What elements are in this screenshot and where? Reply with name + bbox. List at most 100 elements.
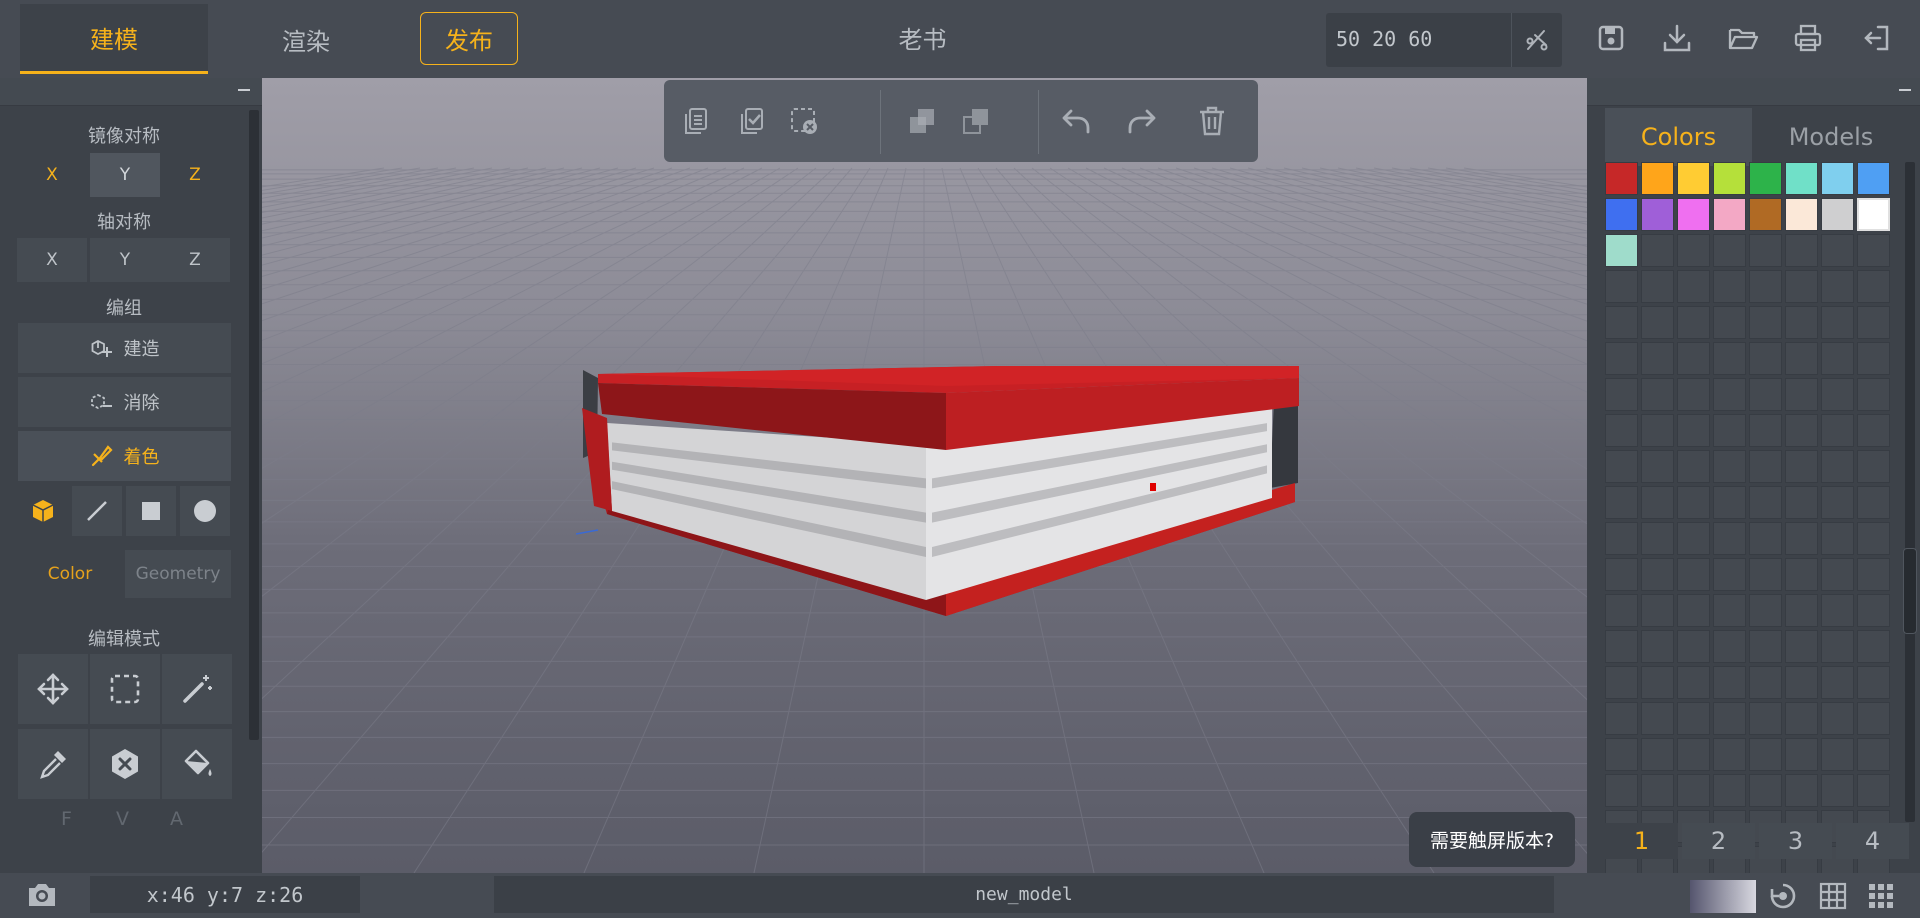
empty-swatch[interactable]: [1641, 234, 1674, 267]
empty-swatch[interactable]: [1857, 486, 1890, 519]
empty-swatch[interactable]: [1677, 234, 1710, 267]
color-swatch[interactable]: [1605, 162, 1638, 195]
a-toggle[interactable]: A: [170, 808, 183, 830]
empty-swatch[interactable]: [1677, 738, 1710, 771]
empty-swatch[interactable]: [1857, 594, 1890, 627]
empty-swatch[interactable]: [1641, 342, 1674, 375]
left-scrollbar[interactable]: [249, 110, 259, 740]
empty-swatch[interactable]: [1713, 774, 1746, 807]
empty-swatch[interactable]: [1785, 486, 1818, 519]
color-swatch[interactable]: [1677, 198, 1710, 231]
color-swatch[interactable]: [1677, 162, 1710, 195]
empty-swatch[interactable]: [1785, 234, 1818, 267]
axis-z-button[interactable]: Z: [160, 238, 230, 282]
empty-swatch[interactable]: [1641, 594, 1674, 627]
trash-icon[interactable]: [1196, 105, 1228, 137]
empty-swatch[interactable]: [1677, 486, 1710, 519]
empty-swatch[interactable]: [1749, 666, 1782, 699]
empty-swatch[interactable]: [1713, 270, 1746, 303]
empty-swatch[interactable]: [1749, 630, 1782, 663]
empty-swatch[interactable]: [1641, 522, 1674, 555]
empty-swatch[interactable]: [1857, 270, 1890, 303]
empty-swatch[interactable]: [1677, 522, 1710, 555]
magic-wand-button[interactable]: [162, 654, 232, 724]
tab-model[interactable]: 建模: [20, 4, 208, 74]
empty-swatch[interactable]: [1785, 738, 1818, 771]
exit-icon[interactable]: [1860, 22, 1892, 54]
axis-x-button[interactable]: X: [17, 238, 87, 282]
publish-button[interactable]: 发布: [420, 12, 518, 65]
empty-swatch[interactable]: [1821, 306, 1854, 339]
empty-swatch[interactable]: [1677, 306, 1710, 339]
empty-swatch[interactable]: [1857, 306, 1890, 339]
empty-swatch[interactable]: [1749, 342, 1782, 375]
empty-swatch[interactable]: [1605, 486, 1638, 519]
clear-selection-icon[interactable]: [788, 105, 820, 137]
empty-swatch[interactable]: [1605, 378, 1638, 411]
palette-page-3[interactable]: 3: [1759, 823, 1832, 859]
grid-toggle-icon[interactable]: [1818, 881, 1848, 911]
empty-swatch[interactable]: [1857, 378, 1890, 411]
background-color-swatch[interactable]: [1690, 880, 1756, 913]
color-swatch[interactable]: [1821, 198, 1854, 231]
empty-swatch[interactable]: [1641, 486, 1674, 519]
empty-swatch[interactable]: [1677, 666, 1710, 699]
empty-swatch[interactable]: [1713, 234, 1746, 267]
empty-swatch[interactable]: [1821, 414, 1854, 447]
empty-swatch[interactable]: [1785, 306, 1818, 339]
right-scrollbar[interactable]: [1905, 162, 1915, 822]
apps-grid-icon[interactable]: [1866, 881, 1896, 911]
touch-version-button[interactable]: 需要触屏版本?: [1409, 812, 1575, 867]
empty-swatch[interactable]: [1605, 306, 1638, 339]
empty-swatch[interactable]: [1641, 270, 1674, 303]
square-tool-button[interactable]: [126, 486, 176, 536]
subtab-geometry[interactable]: Geometry: [125, 550, 231, 598]
empty-swatch[interactable]: [1785, 270, 1818, 303]
color-swatch[interactable]: [1713, 198, 1746, 231]
undo-icon[interactable]: [1060, 105, 1092, 137]
empty-swatch[interactable]: [1821, 630, 1854, 663]
erase-button[interactable]: 消除: [18, 377, 231, 427]
dimensions-input[interactable]: 50 20 60: [1336, 27, 1432, 51]
color-swatch[interactable]: [1749, 198, 1782, 231]
empty-swatch[interactable]: [1749, 450, 1782, 483]
book-model[interactable]: [262, 78, 1587, 873]
empty-swatch[interactable]: [1713, 594, 1746, 627]
empty-swatch[interactable]: [1605, 738, 1638, 771]
empty-swatch[interactable]: [1857, 522, 1890, 555]
empty-swatch[interactable]: [1641, 630, 1674, 663]
empty-swatch[interactable]: [1713, 738, 1746, 771]
empty-swatch[interactable]: [1713, 558, 1746, 591]
empty-swatch[interactable]: [1677, 558, 1710, 591]
color-swatch[interactable]: [1785, 198, 1818, 231]
color-swatch[interactable]: [1857, 198, 1890, 231]
empty-swatch[interactable]: [1749, 306, 1782, 339]
empty-swatch[interactable]: [1713, 486, 1746, 519]
collapse-icon[interactable]: [238, 89, 250, 91]
empty-swatch[interactable]: [1641, 738, 1674, 771]
empty-swatch[interactable]: [1749, 738, 1782, 771]
f-toggle[interactable]: F: [61, 808, 72, 830]
empty-swatch[interactable]: [1857, 774, 1890, 807]
empty-swatch[interactable]: [1857, 738, 1890, 771]
delete-voxel-button[interactable]: [90, 729, 160, 799]
empty-swatch[interactable]: [1857, 702, 1890, 735]
empty-swatch[interactable]: [1713, 306, 1746, 339]
empty-swatch[interactable]: [1821, 558, 1854, 591]
empty-swatch[interactable]: [1713, 342, 1746, 375]
v-toggle[interactable]: V: [116, 808, 129, 830]
tab-colors[interactable]: Colors: [1605, 108, 1752, 166]
camera-icon[interactable]: [26, 881, 58, 909]
empty-swatch[interactable]: [1749, 234, 1782, 267]
sphere-tool-button[interactable]: [180, 486, 230, 536]
empty-swatch[interactable]: [1605, 666, 1638, 699]
empty-swatch[interactable]: [1641, 666, 1674, 699]
eyedropper-button[interactable]: [18, 729, 88, 799]
mirror-z-button[interactable]: Z: [160, 153, 230, 197]
mirror-y-button[interactable]: Y: [90, 153, 160, 197]
empty-swatch[interactable]: [1641, 450, 1674, 483]
empty-swatch[interactable]: [1605, 522, 1638, 555]
save-icon[interactable]: [1595, 22, 1627, 54]
build-button[interactable]: 建造: [18, 323, 231, 373]
color-swatch[interactable]: [1605, 198, 1638, 231]
